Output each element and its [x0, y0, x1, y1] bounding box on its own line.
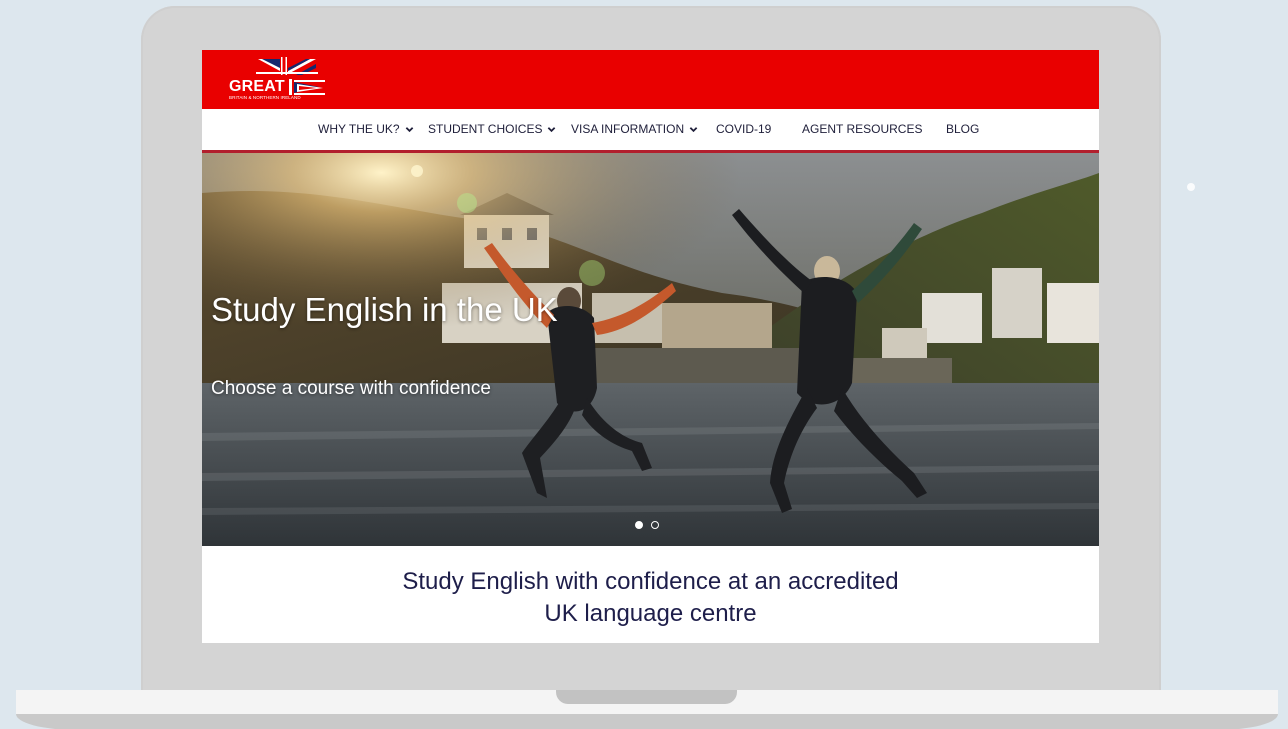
- headline-line-1: Study English with confidence at an accr…: [402, 568, 899, 595]
- hero-title: Study English in the UK: [211, 291, 558, 328]
- website-screen: GREAT BRITAIN & NORTHERN IRELAND WHY THE…: [202, 50, 1099, 643]
- laptop-mockup-scene: GREAT BRITAIN & NORTHERN IRELAND WHY THE…: [0, 0, 1288, 729]
- logo-subtitle: BRITAIN & NORTHERN IRELAND: [229, 95, 301, 100]
- laptop-base: [16, 690, 1278, 729]
- hero-subtitle: Choose a course with confidence: [211, 378, 491, 399]
- great-logo[interactable]: GREAT BRITAIN & NORTHERN IRELAND: [227, 55, 337, 103]
- nav-item-label: STUDENT CHOICES: [428, 122, 543, 136]
- slider-dot-2[interactable]: [651, 521, 659, 529]
- nav-item-label: WHY THE UK?: [318, 122, 400, 136]
- nav-item-why-the-uk[interactable]: WHY THE UK?: [318, 122, 414, 136]
- nav-item-agent-resources[interactable]: AGENT RESOURCES: [802, 122, 922, 136]
- laptop-notch: [556, 690, 737, 704]
- header-bar: GREAT BRITAIN & NORTHERN IRELAND: [202, 50, 1099, 109]
- chevron-down-icon: [405, 126, 413, 132]
- nav-item-label: VISA INFORMATION: [571, 122, 685, 136]
- chevron-down-icon: [548, 126, 556, 132]
- logo-wordmark: GREAT: [229, 78, 285, 95]
- nav-item-covid-19[interactable]: COVID-19: [716, 122, 771, 136]
- union-flag-fragment-icon: [289, 79, 329, 95]
- decorative-dot: [1187, 183, 1195, 191]
- slider-dot-1[interactable]: [635, 521, 643, 529]
- laptop-base-bottom: [16, 714, 1278, 729]
- nav-item-visa-information[interactable]: VISA INFORMATION: [571, 122, 698, 136]
- nav-item-blog[interactable]: BLOG: [946, 122, 979, 136]
- main-navigation: WHY THE UK? STUDENT CHOICES VISA INFORMA…: [202, 109, 1099, 153]
- chevron-down-icon: [689, 126, 698, 132]
- hero-photo: [202, 153, 1099, 546]
- nav-item-label: AGENT RESOURCES: [802, 122, 923, 136]
- slider-pagination: [635, 521, 659, 529]
- nav-item-student-choices[interactable]: STUDENT CHOICES: [428, 122, 556, 136]
- union-flag-icon: [256, 57, 318, 77]
- nav-item-label: COVID-19: [716, 122, 772, 136]
- headline-line-2: UK language centre: [544, 600, 757, 627]
- hero-slider: Study English in the UK Choose a course …: [202, 153, 1099, 546]
- nav-item-label: BLOG: [946, 122, 980, 136]
- section-headline: Study English with confidence at an accr…: [202, 566, 1099, 630]
